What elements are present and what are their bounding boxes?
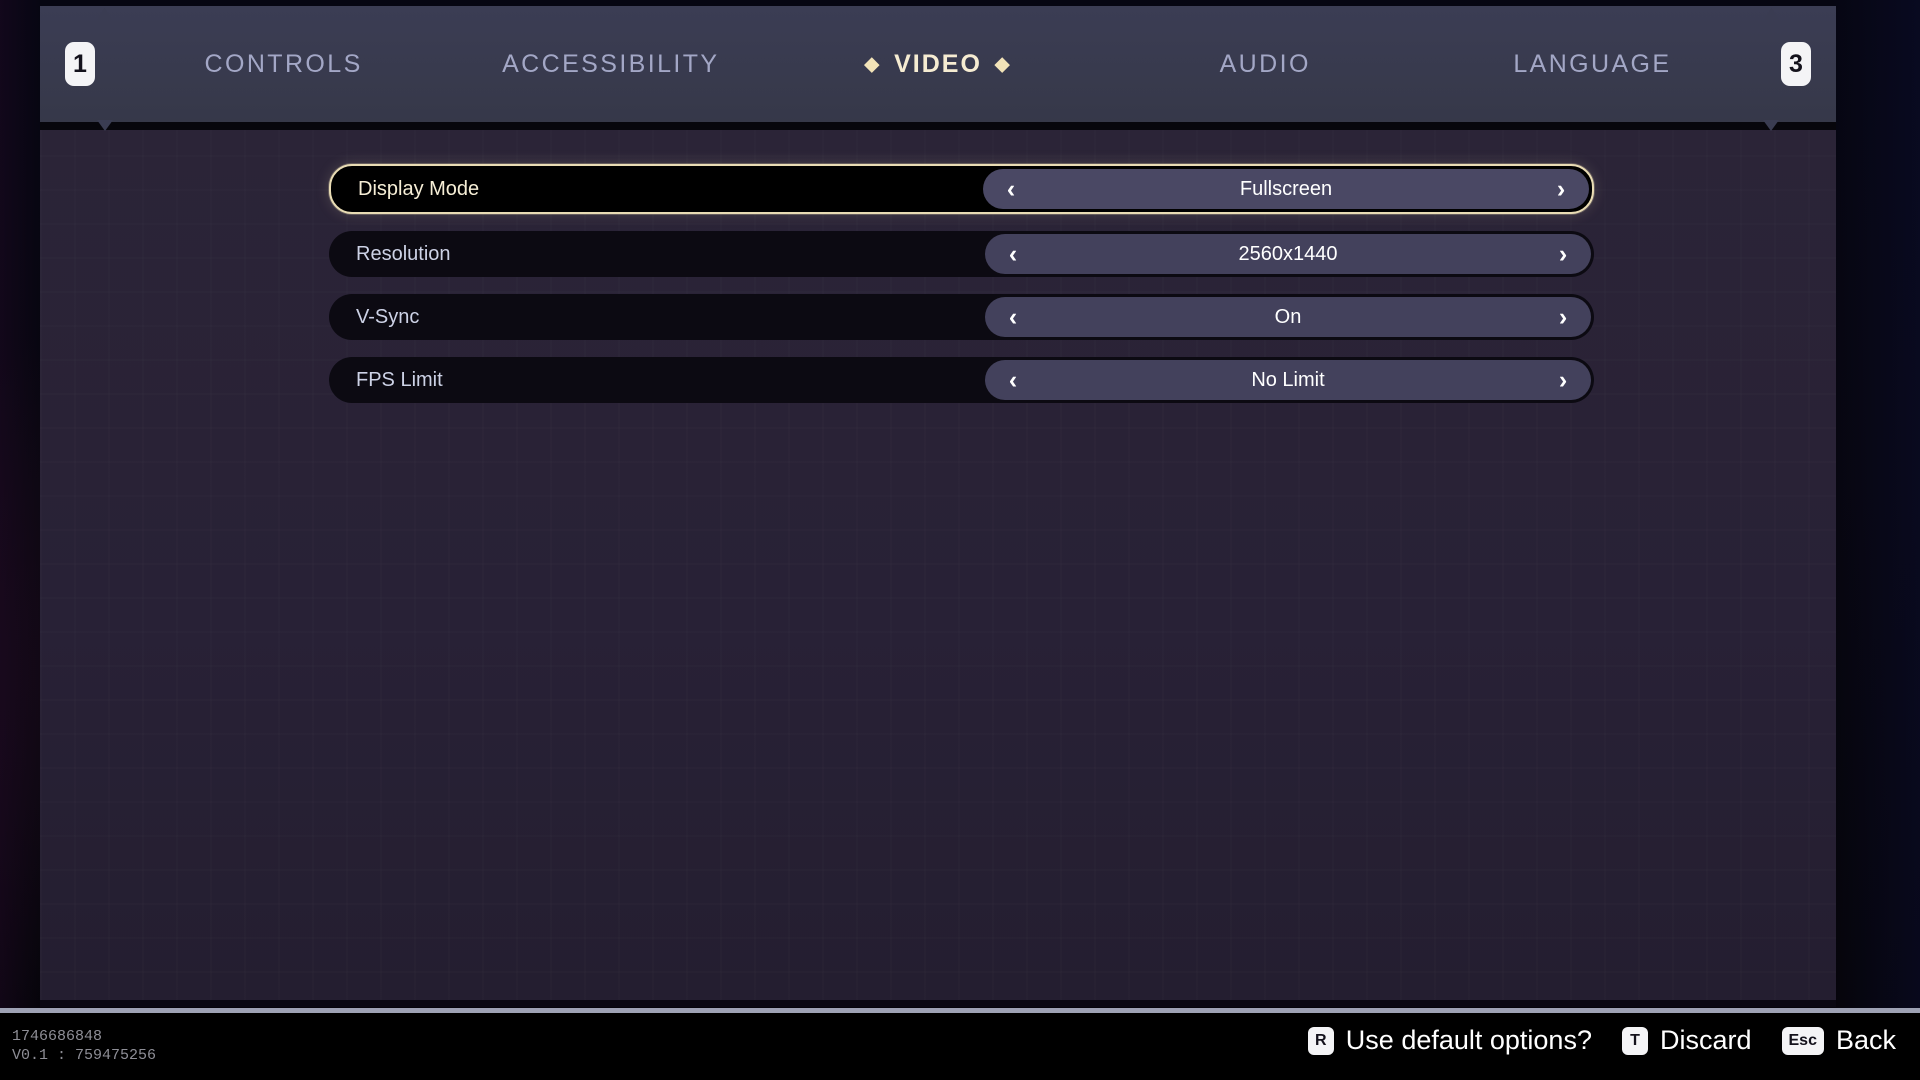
diamond-marker-right-icon: ◆ (994, 53, 1012, 75)
settings-list: Display Mode ‹ Fullscreen › Resolution ‹… (329, 164, 1594, 420)
build-id: 1746686848 (12, 1028, 103, 1045)
tab-accessibility-label: ACCESSIBILITY (502, 49, 720, 78)
hint-label-discard: Discard (1659, 1025, 1752, 1055)
setting-row-resolution[interactable]: Resolution ‹ 2560x1440 › (329, 231, 1594, 277)
tab-accessibility[interactable]: ACCESSIBILITY (447, 50, 774, 79)
tab-audio[interactable]: AUDIO (1102, 50, 1429, 79)
prev-value-chevron-icon[interactable]: ‹ (1002, 241, 1024, 267)
tab-video[interactable]: ◆ VIDEO ◆ (774, 50, 1101, 79)
right-vignette-glow (1830, 0, 1920, 1008)
setting-value-display-mode: Fullscreen (1239, 177, 1333, 200)
hint-discard[interactable]: T Discard (1621, 1025, 1752, 1056)
key-badge-esc: Esc (1781, 1026, 1824, 1055)
setting-selector-display-mode[interactable]: ‹ Fullscreen › (983, 169, 1589, 209)
tab-controls[interactable]: CONTROLS (120, 50, 447, 79)
setting-value-vsync: On (1274, 305, 1302, 328)
version-string: V0.1 : 759475256 (12, 1047, 157, 1064)
next-value-chevron-icon[interactable]: › (1550, 176, 1572, 202)
game-settings-screen: 1 CONTROLS ACCESSIBILITY ◆ VIDEO ◆ AUDIO L… (0, 0, 1920, 1080)
next-value-chevron-icon[interactable]: › (1552, 241, 1574, 267)
setting-selector-vsync[interactable]: ‹ On › (985, 297, 1591, 337)
prev-value-chevron-icon[interactable]: ‹ (1000, 176, 1022, 202)
setting-value-resolution: 2560x1440 (1238, 242, 1338, 265)
tabbar-corner-tick-left (97, 8, 112, 20)
hint-back[interactable]: Esc Back (1781, 1025, 1896, 1056)
setting-row-vsync[interactable]: V-Sync ‹ On › (329, 294, 1594, 340)
hint-label-use-default-options: Use default options? (1345, 1025, 1592, 1055)
next-tab-key-badge[interactable]: 3 (1781, 42, 1811, 86)
setting-selector-fps-limit[interactable]: ‹ No Limit › (985, 360, 1591, 400)
tab-video-label: VIDEO (894, 49, 982, 78)
key-badge-r: R (1307, 1026, 1334, 1055)
setting-label-vsync: V-Sync (356, 305, 420, 328)
setting-label-display-mode: Display Mode (358, 177, 480, 200)
tab-list: CONTROLS ACCESSIBILITY ◆ VIDEO ◆ AUDIO LAN… (40, 50, 1836, 79)
left-vignette-glow (0, 0, 42, 1008)
tab-language-label: LANGUAGE (1513, 49, 1672, 78)
setting-value-fps-limit: No Limit (1251, 368, 1325, 391)
tab-controls-label: CONTROLS (204, 49, 363, 78)
tab-language[interactable]: LANGUAGE (1429, 50, 1756, 79)
key-badge-t: T (1621, 1026, 1648, 1055)
settings-content-area: Display Mode ‹ Fullscreen › Resolution ‹… (40, 130, 1836, 1007)
build-version-text: 1746686848 V0.1 : 759475256 (12, 1027, 156, 1065)
tabbar-corner-tick-right (1764, 8, 1779, 20)
tab-audio-label: AUDIO (1219, 49, 1311, 78)
setting-label-fps-limit: FPS Limit (356, 368, 443, 391)
setting-label-resolution: Resolution (356, 242, 451, 265)
hint-use-default-options[interactable]: R Use default options? (1307, 1025, 1592, 1056)
diamond-marker-left-icon: ◆ (864, 53, 882, 75)
setting-selector-resolution[interactable]: ‹ 2560x1440 › (985, 234, 1591, 274)
tab-bar: 1 CONTROLS ACCESSIBILITY ◆ VIDEO ◆ AUDIO L… (40, 6, 1836, 131)
settings-panel: 1 CONTROLS ACCESSIBILITY ◆ VIDEO ◆ AUDIO L… (40, 6, 1836, 1007)
next-value-chevron-icon[interactable]: › (1552, 304, 1574, 330)
prev-value-chevron-icon[interactable]: ‹ (1002, 367, 1024, 393)
hint-label-back: Back (1835, 1025, 1896, 1055)
footer-key-hints: R Use default options? T Discard Esc Bac… (1307, 1025, 1896, 1056)
setting-row-fps-limit[interactable]: FPS Limit ‹ No Limit › (329, 357, 1594, 403)
prev-value-chevron-icon[interactable]: ‹ (1002, 304, 1024, 330)
setting-row-display-mode[interactable]: Display Mode ‹ Fullscreen › (329, 164, 1594, 214)
prev-tab-key-badge[interactable]: 1 (65, 42, 95, 86)
footer-bar: 1746686848 V0.1 : 759475256 R Use defaul… (0, 1013, 1920, 1080)
next-value-chevron-icon[interactable]: › (1552, 367, 1574, 393)
